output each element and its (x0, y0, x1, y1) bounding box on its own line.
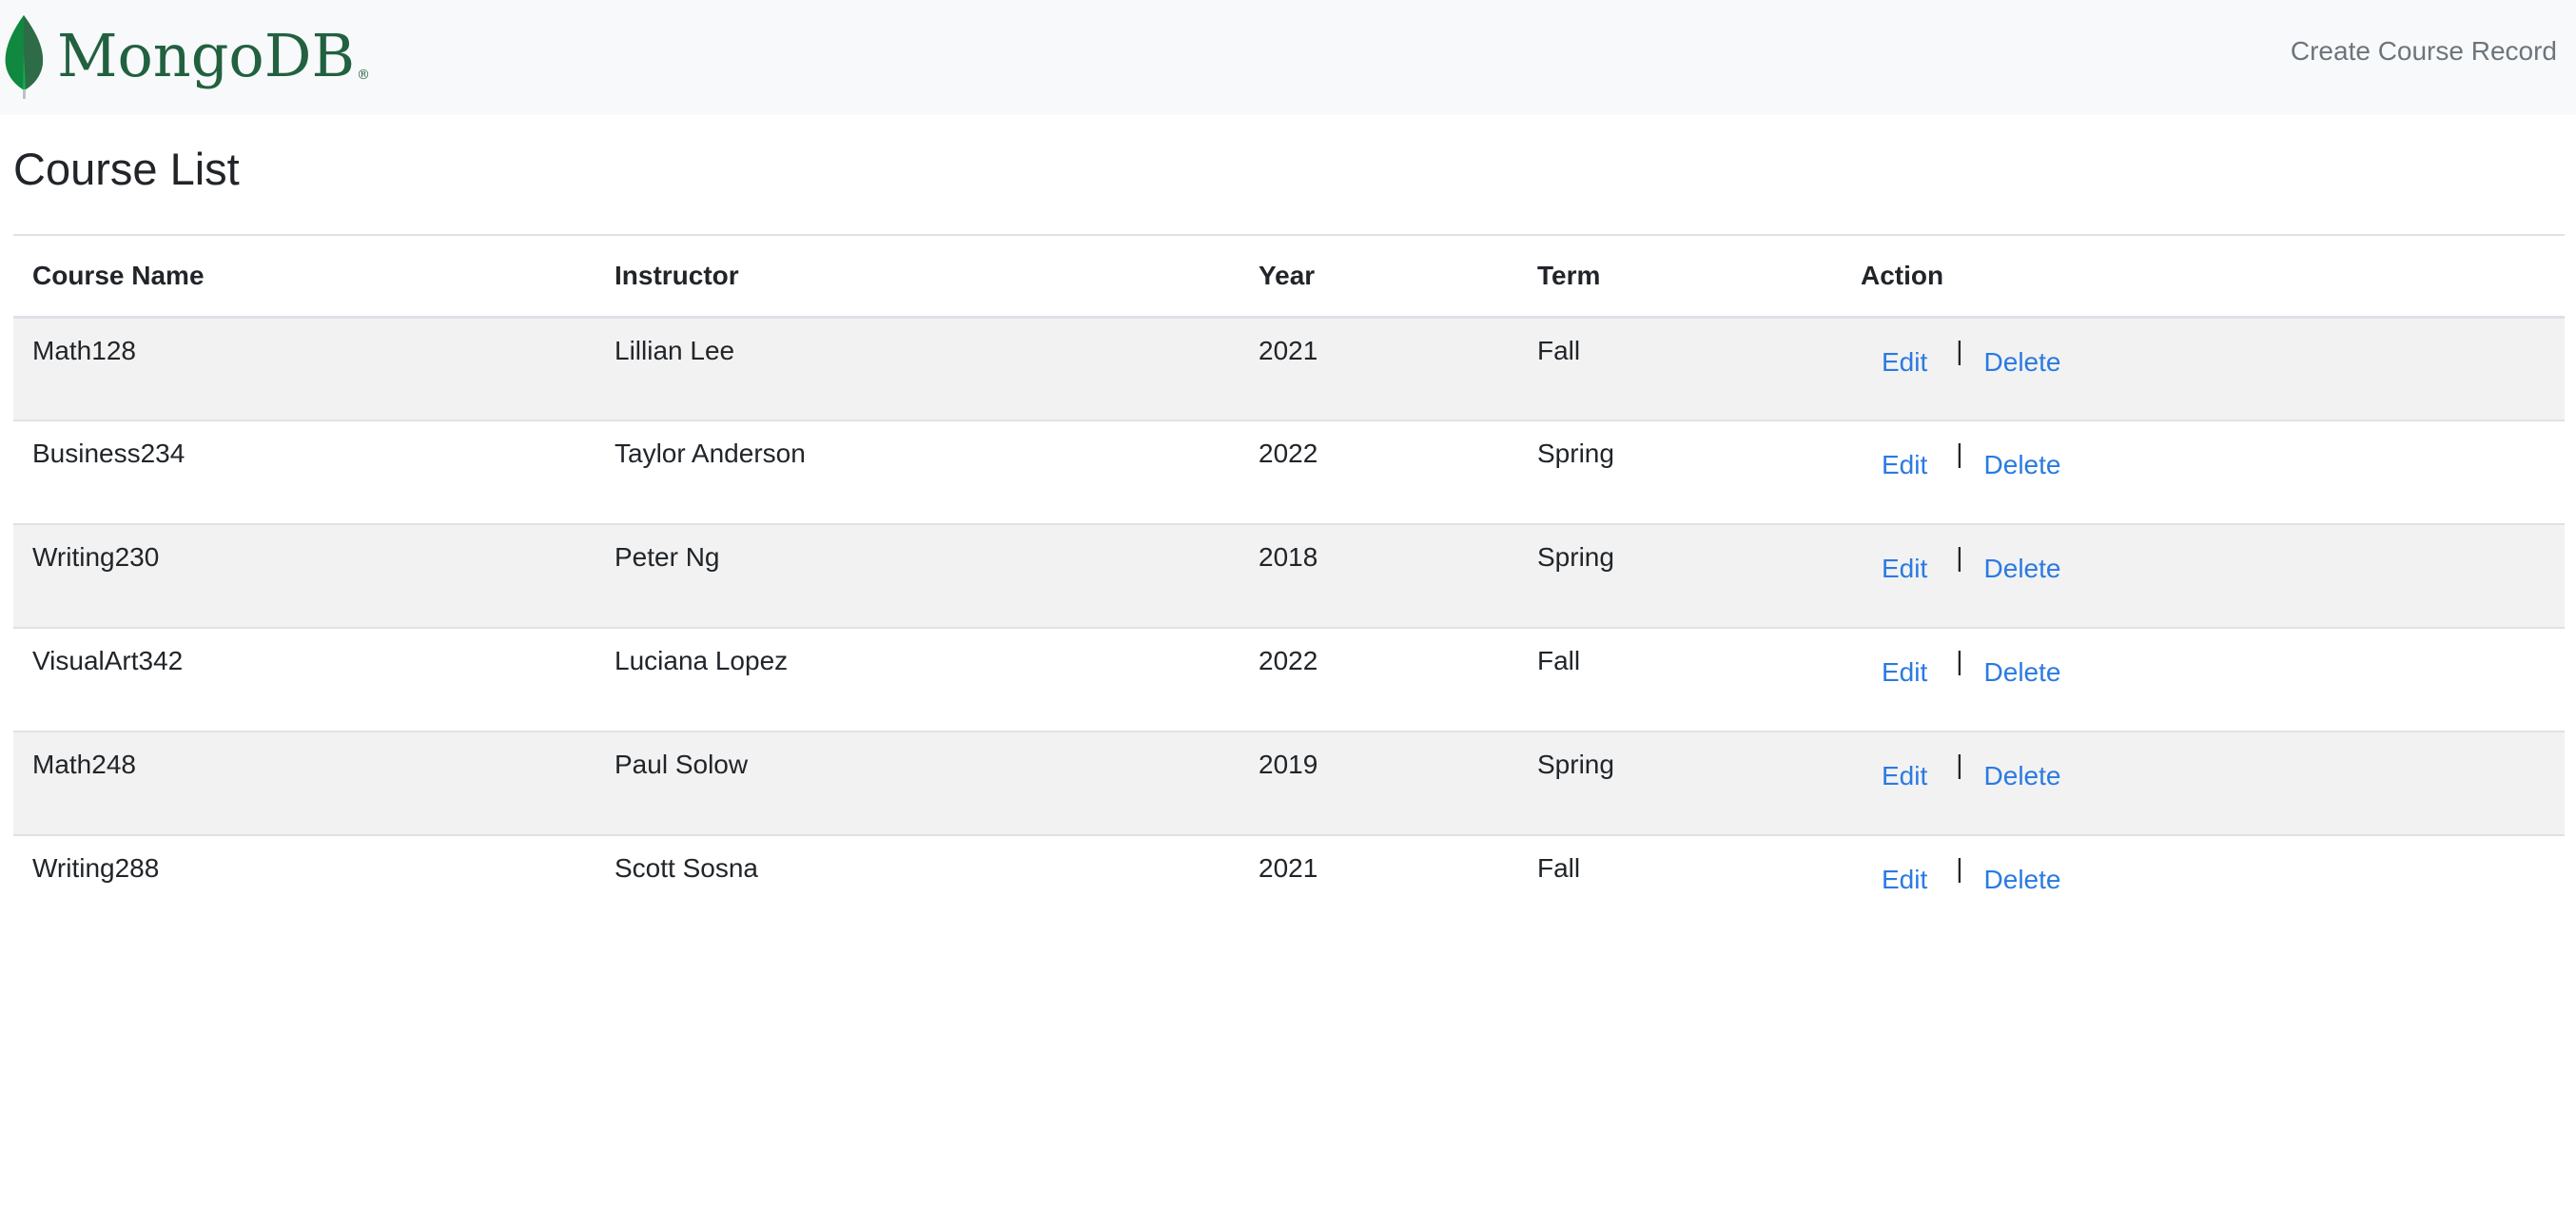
year-cell: 2022 (1239, 420, 1518, 525)
action-cell: Edit | Delete (1842, 317, 2565, 421)
action-separator: | (1956, 646, 1963, 675)
edit-button[interactable]: Edit (1882, 865, 1927, 895)
navbar: MongoDB ® Create Course Record (0, 0, 2576, 115)
edit-button[interactable]: Edit (1882, 554, 1927, 584)
instructor-cell: Luciana Lopez (595, 628, 1239, 732)
action-separator: | (1956, 439, 1963, 468)
brand-wordmark: MongoDB ® (57, 27, 370, 86)
year-cell: 2021 (1239, 317, 1518, 421)
header-term: Term (1518, 234, 1842, 319)
action-cell: Edit | Delete (1842, 628, 2565, 732)
year-cell: 2019 (1239, 732, 1518, 836)
page-title: Course List (13, 144, 240, 194)
main-content: Course List Course Name Instructor Year … (13, 143, 2565, 894)
table-row: Math248 Paul Solow 2019 Spring Edit | De… (13, 732, 2565, 836)
action-cell: Edit | Delete (1842, 524, 2565, 629)
delete-button[interactable]: Delete (1984, 554, 2061, 584)
term-cell: Spring (1518, 524, 1842, 629)
table-header-row: Course Name Instructor Year Term Action (13, 234, 2565, 319)
edit-button[interactable]: Edit (1882, 347, 1927, 378)
term-cell: Spring (1518, 420, 1842, 525)
instructor-cell: Scott Sosna (615, 853, 758, 883)
term-cell: Fall (1537, 853, 1581, 883)
header-action: Action (1842, 234, 2565, 319)
year-cell: 2021 (1259, 853, 1318, 883)
instructor-cell: Lillian Lee (595, 317, 1239, 421)
brand-logo-link[interactable]: MongoDB ® (4, 13, 370, 99)
action-cell: Edit | Delete (1842, 420, 2565, 525)
term-cell: Fall (1518, 317, 1842, 421)
header-instructor: Instructor (595, 234, 1239, 319)
action-cell: Edit | Delete (1842, 835, 2565, 939)
action-separator: | (1956, 542, 1963, 572)
term-cell: Spring (1518, 732, 1842, 836)
create-course-record-link[interactable]: Create Course Record (2291, 36, 2557, 67)
action-separator: | (1956, 750, 1963, 779)
course-name-cell: VisualArt342 (13, 628, 595, 732)
header-year: Year (1239, 234, 1518, 319)
instructor-cell: Peter Ng (595, 524, 1239, 629)
instructor-cell: Paul Solow (595, 732, 1239, 836)
edit-button[interactable]: Edit (1882, 657, 1927, 688)
action-separator: | (1956, 853, 1963, 883)
course-name-cell: Writing230 (13, 524, 595, 629)
delete-button[interactable]: Delete (1984, 450, 2061, 480)
year-cell: 2018 (1239, 524, 1518, 629)
table-row: Writing288 Scott Sosna 2021 Fall Edit | … (13, 835, 2565, 939)
brand-name: MongoDB (57, 21, 356, 90)
instructor-cell: Taylor Anderson (595, 420, 1239, 525)
course-name-cell: Math128 (13, 317, 595, 421)
year-cell: 2022 (1239, 628, 1518, 732)
delete-button[interactable]: Delete (1984, 761, 2061, 791)
course-name-cell: Business234 (13, 420, 595, 525)
table-row: Math128 Lillian Lee 2021 Fall Edit | Del… (13, 317, 2565, 421)
header-course-name: Course Name (13, 234, 595, 319)
registered-mark: ® (357, 68, 371, 83)
edit-button[interactable]: Edit (1882, 450, 1927, 480)
course-name-cell: Math248 (13, 732, 595, 836)
course-name-cell: Writing288 (32, 853, 160, 883)
table-row: VisualArt342 Luciana Lopez 2022 Fall Edi… (13, 628, 2565, 732)
delete-button[interactable]: Delete (1984, 657, 2061, 688)
edit-button[interactable]: Edit (1882, 761, 1927, 791)
mongodb-leaf-icon (5, 15, 44, 99)
course-table: Course Name Instructor Year Term Action … (13, 234, 2565, 939)
table-row: Writing230 Peter Ng 2018 Spring Edit | D… (13, 524, 2565, 629)
action-cell: Edit | Delete (1842, 732, 2565, 836)
delete-button[interactable]: Delete (1984, 865, 2061, 895)
delete-button[interactable]: Delete (1984, 347, 2061, 378)
term-cell: Fall (1518, 628, 1842, 732)
table-row: Business234 Taylor Anderson 2022 Spring … (13, 420, 2565, 525)
action-separator: | (1956, 335, 1963, 365)
